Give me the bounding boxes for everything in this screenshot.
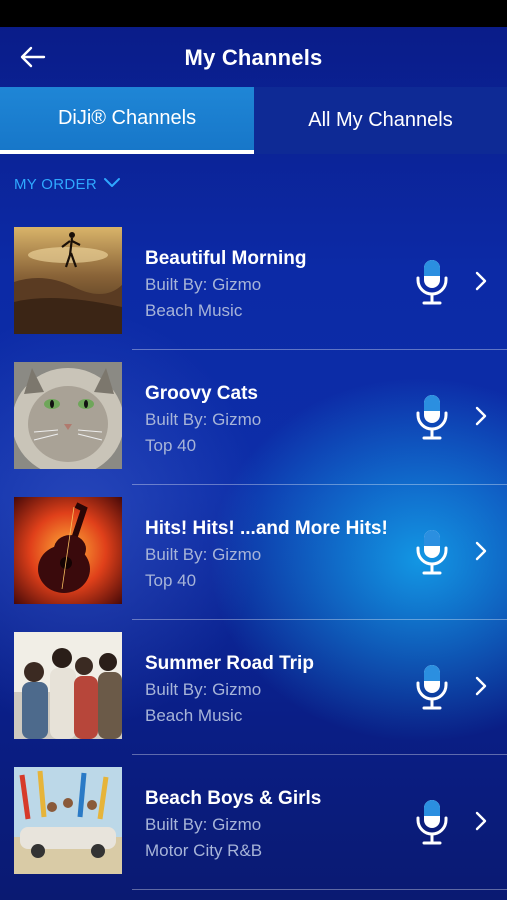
page-title: My Channels: [184, 45, 323, 70]
channel-name: Summer Road Trip: [145, 653, 314, 674]
channel-artwork: [14, 767, 122, 874]
channel-row[interactable]: Groovy Cats Built By: Gizmo Top 40: [0, 350, 507, 485]
channel-builder: Built By: Gizmo: [145, 275, 262, 294]
channel-name: Groovy Cats: [145, 383, 258, 404]
channel-artwork: [14, 227, 122, 334]
channel-name: Beach Boys & Girls: [145, 788, 322, 809]
channel-row[interactable]: Summer Road Trip Built By: Gizmo Beach M…: [0, 620, 507, 755]
tab-diji-channels[interactable]: DiJi® Channels: [0, 87, 254, 154]
chevron-right-icon[interactable]: [472, 269, 490, 293]
microphone-icon[interactable]: [413, 663, 451, 711]
channel-artwork: [14, 632, 122, 739]
sort-label: MY ORDER: [14, 176, 97, 193]
channel-builder: Built By: Gizmo: [145, 410, 262, 429]
row-divider: [132, 889, 507, 890]
channel-row[interactable]: Beach Boys & Girls Built By: Gizmo Motor…: [0, 755, 507, 890]
channel-genre: Top 40: [145, 571, 197, 590]
chevron-down-icon: [103, 176, 121, 193]
channel-row[interactable]: Beautiful Morning Built By: Gizmo Beach …: [0, 215, 507, 350]
channel-builder: Built By: Gizmo: [145, 680, 262, 699]
channel-genre: Top 40: [145, 436, 197, 455]
chevron-right-icon[interactable]: [472, 674, 490, 698]
tab-all-my-channels[interactable]: All My Channels: [254, 87, 507, 154]
tab-label: DiJi® Channels: [57, 107, 197, 129]
channel-builder: Built By: Gizmo: [145, 815, 262, 834]
channel-list: Beautiful Morning Built By: Gizmo Beach …: [0, 215, 507, 890]
header: My Channels: [0, 27, 507, 87]
chevron-right-icon[interactable]: [472, 539, 490, 563]
channel-artwork: [14, 362, 122, 469]
status-bar: [0, 0, 507, 27]
channel-name: Hits! Hits! ...and More Hits!: [145, 518, 388, 539]
microphone-icon[interactable]: [413, 528, 451, 576]
channel-name: Beautiful Morning: [145, 248, 307, 269]
microphone-icon[interactable]: [413, 258, 451, 306]
microphone-icon[interactable]: [413, 393, 451, 441]
channel-artwork: [14, 497, 122, 604]
channel-genre: Beach Music: [145, 301, 243, 320]
channel-row[interactable]: Hits! Hits! ...and More Hits! Built By: …: [0, 485, 507, 620]
tab-bar: DiJi® Channels All My Channels: [0, 87, 507, 154]
chevron-right-icon[interactable]: [472, 404, 490, 428]
chevron-right-icon[interactable]: [472, 809, 490, 833]
channel-genre: Motor City R&B: [145, 841, 263, 860]
microphone-icon[interactable]: [413, 798, 451, 846]
channel-genre: Beach Music: [145, 706, 243, 725]
sort-dropdown[interactable]: MY ORDER: [14, 176, 121, 193]
channel-builder: Built By: Gizmo: [145, 545, 262, 564]
tab-label: All My Channels: [308, 109, 453, 131]
